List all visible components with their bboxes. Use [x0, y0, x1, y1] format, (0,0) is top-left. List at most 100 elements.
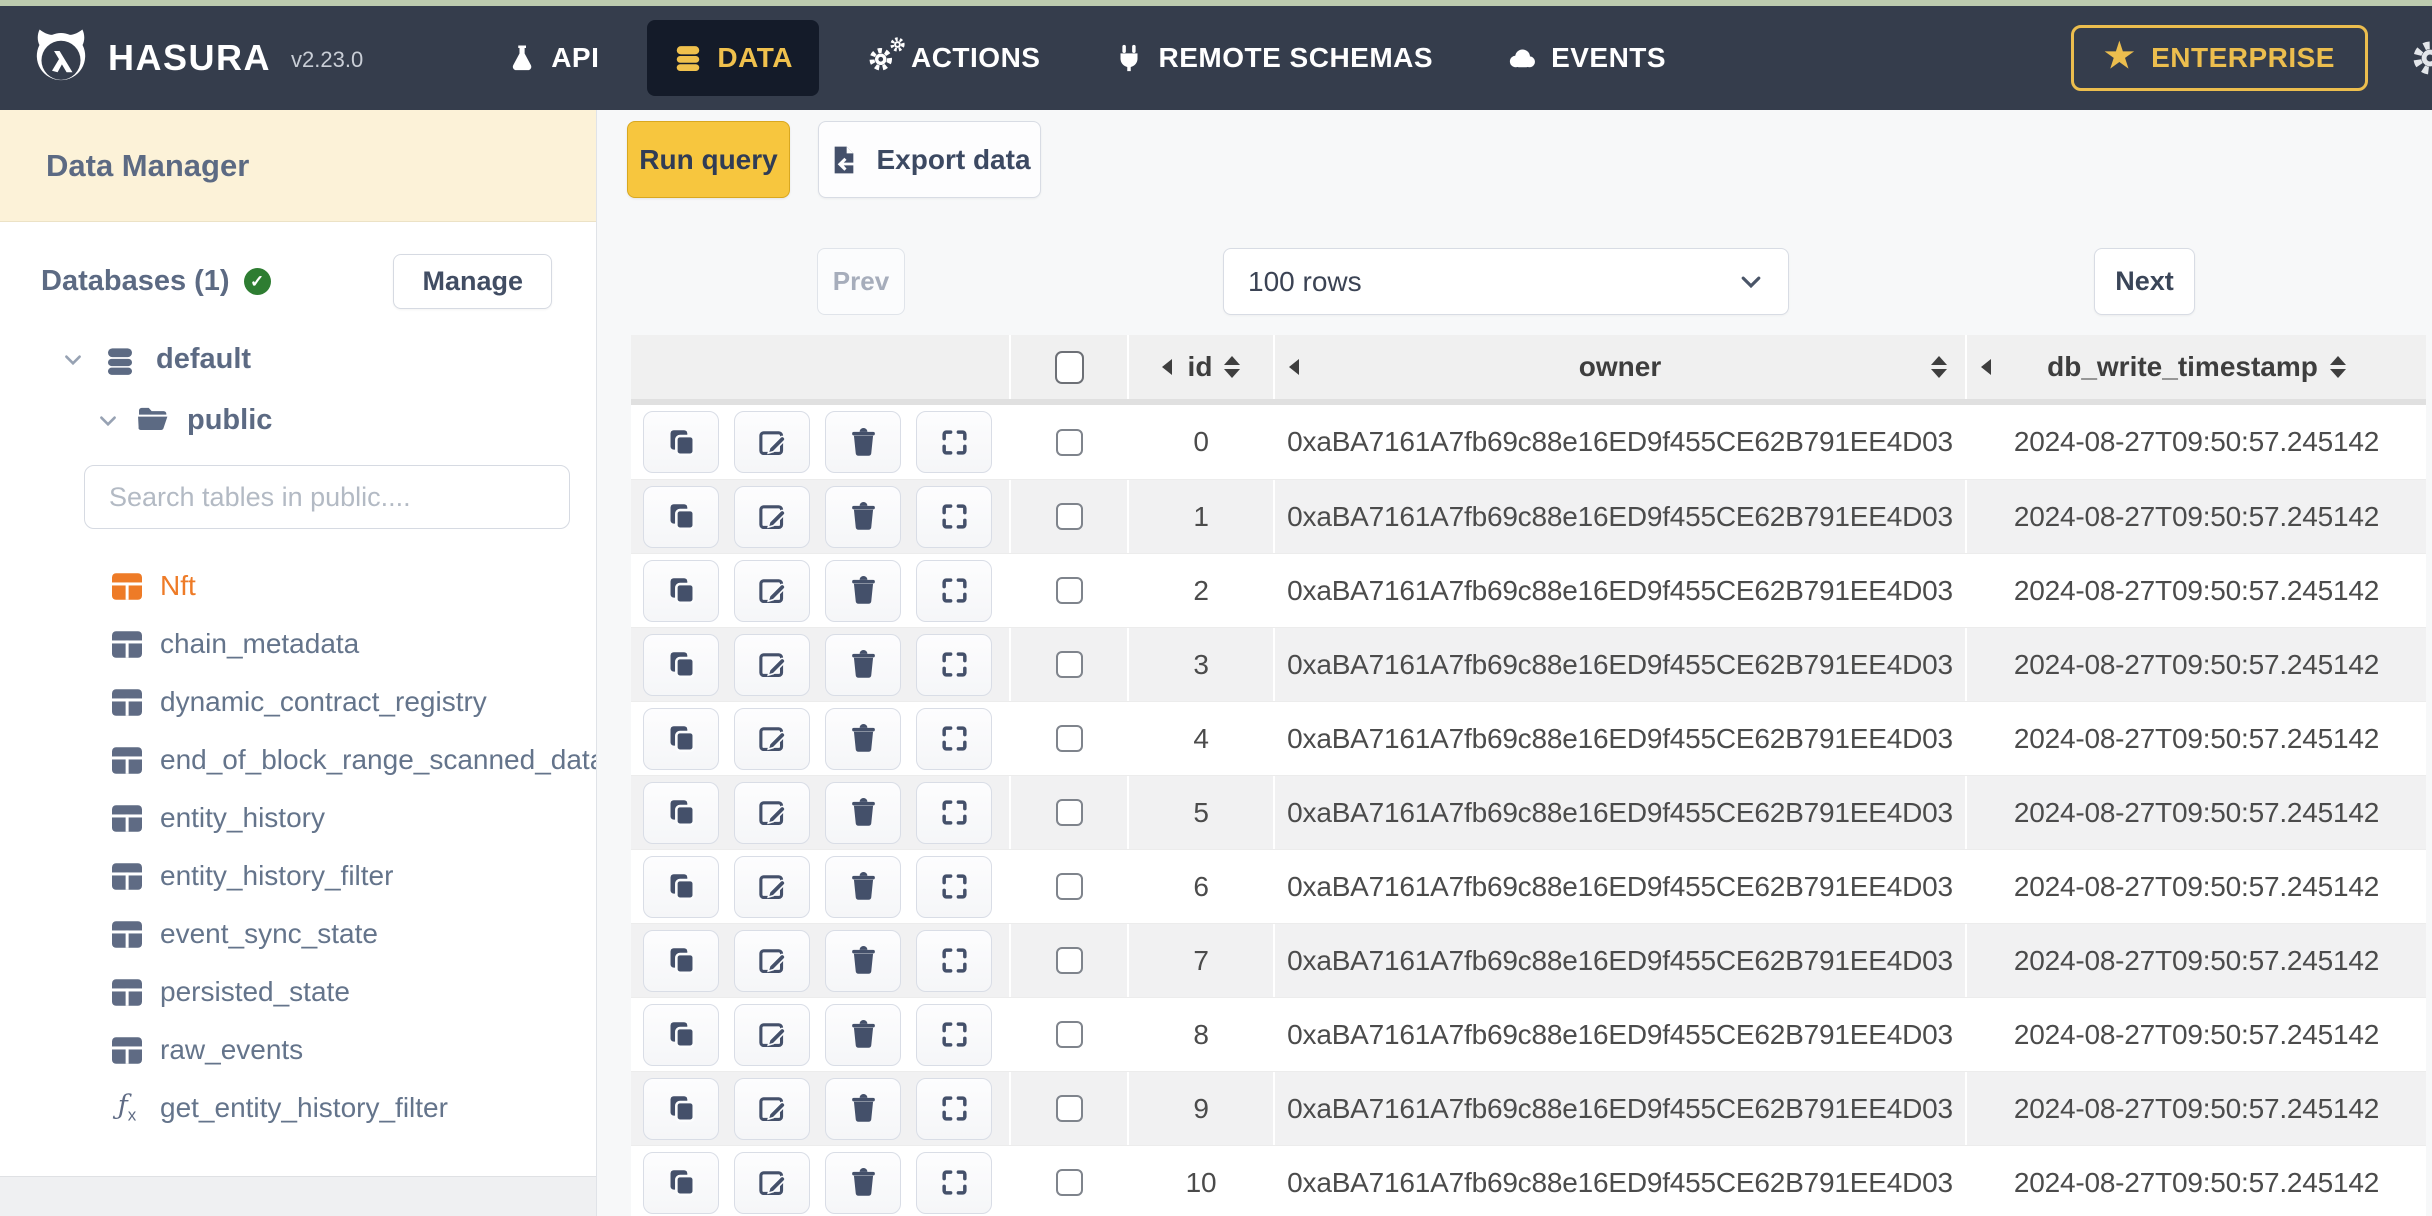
copy-row-button[interactable]	[643, 559, 719, 622]
table-icon	[112, 920, 142, 948]
row-checkbox[interactable]	[1055, 873, 1083, 900]
copy-row-button[interactable]	[643, 781, 719, 844]
sidebar-table-item[interactable]: persisted_state	[0, 963, 596, 1021]
expand-row-button[interactable]	[916, 781, 992, 844]
rows-per-page-select[interactable]: 100 rows	[1223, 248, 1789, 315]
sidebar-table-item[interactable]: dynamic_contract_registry	[0, 673, 596, 731]
delete-row-button[interactable]	[825, 411, 901, 473]
delete-row-button[interactable]	[825, 485, 901, 548]
expand-row-button[interactable]	[916, 707, 992, 770]
delete-row-button[interactable]	[825, 559, 901, 622]
copy-row-button[interactable]	[643, 1003, 719, 1066]
edit-row-button[interactable]	[734, 411, 810, 473]
collapse-column-icon[interactable]	[1161, 359, 1172, 375]
row-checkbox[interactable]	[1055, 1021, 1083, 1048]
sidebar-table-item[interactable]: chain_metadata	[0, 615, 596, 673]
edit-row-button[interactable]	[734, 485, 810, 548]
cell-owner: 0xaBA7161A7fb69c88e16ED9f455CE62B791EE4D…	[1275, 1146, 1967, 1216]
sidebar-table-item[interactable]: end_of_block_range_scanned_data	[0, 731, 596, 789]
sort-icon[interactable]	[1931, 356, 1947, 378]
copy-row-button[interactable]	[643, 929, 719, 992]
expand-row-button[interactable]	[916, 633, 992, 696]
row-actions-cell	[631, 480, 1011, 553]
row-checkbox[interactable]	[1055, 428, 1083, 456]
row-checkbox[interactable]	[1055, 947, 1083, 974]
delete-row-button[interactable]	[825, 1077, 901, 1140]
sidebar-table-item[interactable]: raw_events	[0, 1021, 596, 1079]
delete-row-button[interactable]	[825, 929, 901, 992]
prev-page-button[interactable]: Prev	[817, 248, 905, 315]
edit-row-button[interactable]	[734, 855, 810, 918]
run-query-button[interactable]: Run query	[627, 121, 790, 198]
header-id-cell[interactable]: id	[1129, 335, 1275, 399]
collapse-column-icon[interactable]	[1981, 359, 1991, 375]
expand-row-button[interactable]	[916, 1003, 992, 1066]
edit-row-button[interactable]	[734, 781, 810, 844]
select-all-checkbox[interactable]	[1054, 350, 1084, 384]
edit-row-button[interactable]	[734, 707, 810, 770]
collapse-column-icon[interactable]	[1289, 359, 1299, 375]
sort-icon[interactable]	[2329, 356, 2346, 378]
copy-row-button[interactable]	[643, 485, 719, 548]
expand-row-button[interactable]	[916, 855, 992, 918]
nav-tab-events[interactable]: EVENTS	[1481, 20, 1692, 96]
next-page-button[interactable]: Next	[2094, 248, 2195, 315]
export-data-button[interactable]: Export data	[818, 121, 1041, 198]
copy-icon	[670, 726, 695, 753]
copy-row-button[interactable]	[643, 1151, 719, 1214]
tree-node-public[interactable]: public	[97, 404, 596, 437]
row-checkbox[interactable]	[1055, 503, 1083, 530]
delete-row-button[interactable]	[825, 633, 901, 696]
sidebar-table-item[interactable]: Nft	[0, 557, 596, 615]
copy-row-button[interactable]	[643, 855, 719, 918]
expand-row-button[interactable]	[916, 1151, 992, 1214]
copy-row-button[interactable]	[643, 411, 719, 473]
search-tables-input[interactable]	[84, 465, 570, 529]
row-checkbox[interactable]	[1055, 651, 1083, 678]
row-select-cell	[1011, 850, 1129, 923]
expand-row-button[interactable]	[916, 929, 992, 992]
row-checkbox[interactable]	[1055, 1169, 1083, 1196]
sidebar-table-item[interactable]: ƒx get_entity_history_filter	[0, 1079, 596, 1137]
version-label: v2.23.0	[291, 47, 364, 72]
delete-row-button[interactable]	[825, 781, 901, 844]
nav-tab-remote-schemas[interactable]: REMOTE SCHEMAS	[1088, 20, 1459, 96]
edit-row-button[interactable]	[734, 633, 810, 696]
row-checkbox[interactable]	[1055, 799, 1083, 826]
edit-row-button[interactable]	[734, 1003, 810, 1066]
sidebar-table-item[interactable]: entity_history	[0, 789, 596, 847]
copy-row-button[interactable]	[643, 707, 719, 770]
copy-row-button[interactable]	[643, 633, 719, 696]
edit-row-button[interactable]	[734, 1077, 810, 1140]
nav-tab-actions[interactable]: ACTIONS	[841, 20, 1067, 96]
delete-row-button[interactable]	[825, 1151, 901, 1214]
row-checkbox[interactable]	[1055, 725, 1083, 752]
copy-icon	[670, 504, 695, 531]
sidebar-table-item[interactable]: entity_history_filter	[0, 847, 596, 905]
manage-button[interactable]: Manage	[393, 254, 552, 309]
expand-row-button[interactable]	[916, 1077, 992, 1140]
header-timestamp-cell[interactable]: db_write_timestamp	[1967, 335, 2426, 399]
delete-row-button[interactable]	[825, 707, 901, 770]
edit-row-button[interactable]	[734, 929, 810, 992]
header-owner-cell[interactable]: owner	[1275, 335, 1967, 399]
tree-node-default[interactable]: default	[62, 343, 596, 376]
nav-tab-data[interactable]: DATA	[647, 20, 819, 96]
settings-gear-icon[interactable]	[2410, 38, 2432, 78]
copy-row-button[interactable]	[643, 1077, 719, 1140]
expand-row-button[interactable]	[916, 485, 992, 548]
hasura-logo-icon[interactable]	[30, 27, 92, 89]
enterprise-button[interactable]: ★ ENTERPRISE	[2071, 25, 2368, 91]
nav-tab-api[interactable]: API	[481, 20, 625, 96]
expand-row-button[interactable]	[916, 559, 992, 622]
edit-row-button[interactable]	[734, 1151, 810, 1214]
edit-row-button[interactable]	[734, 559, 810, 622]
sidebar-table-item[interactable]: event_sync_state	[0, 905, 596, 963]
row-actions-cell	[631, 628, 1011, 701]
expand-row-button[interactable]	[916, 411, 992, 473]
delete-row-button[interactable]	[825, 855, 901, 918]
row-checkbox[interactable]	[1055, 577, 1083, 604]
sort-icon[interactable]	[1224, 356, 1241, 378]
row-checkbox[interactable]	[1055, 1095, 1083, 1122]
delete-row-button[interactable]	[825, 1003, 901, 1066]
